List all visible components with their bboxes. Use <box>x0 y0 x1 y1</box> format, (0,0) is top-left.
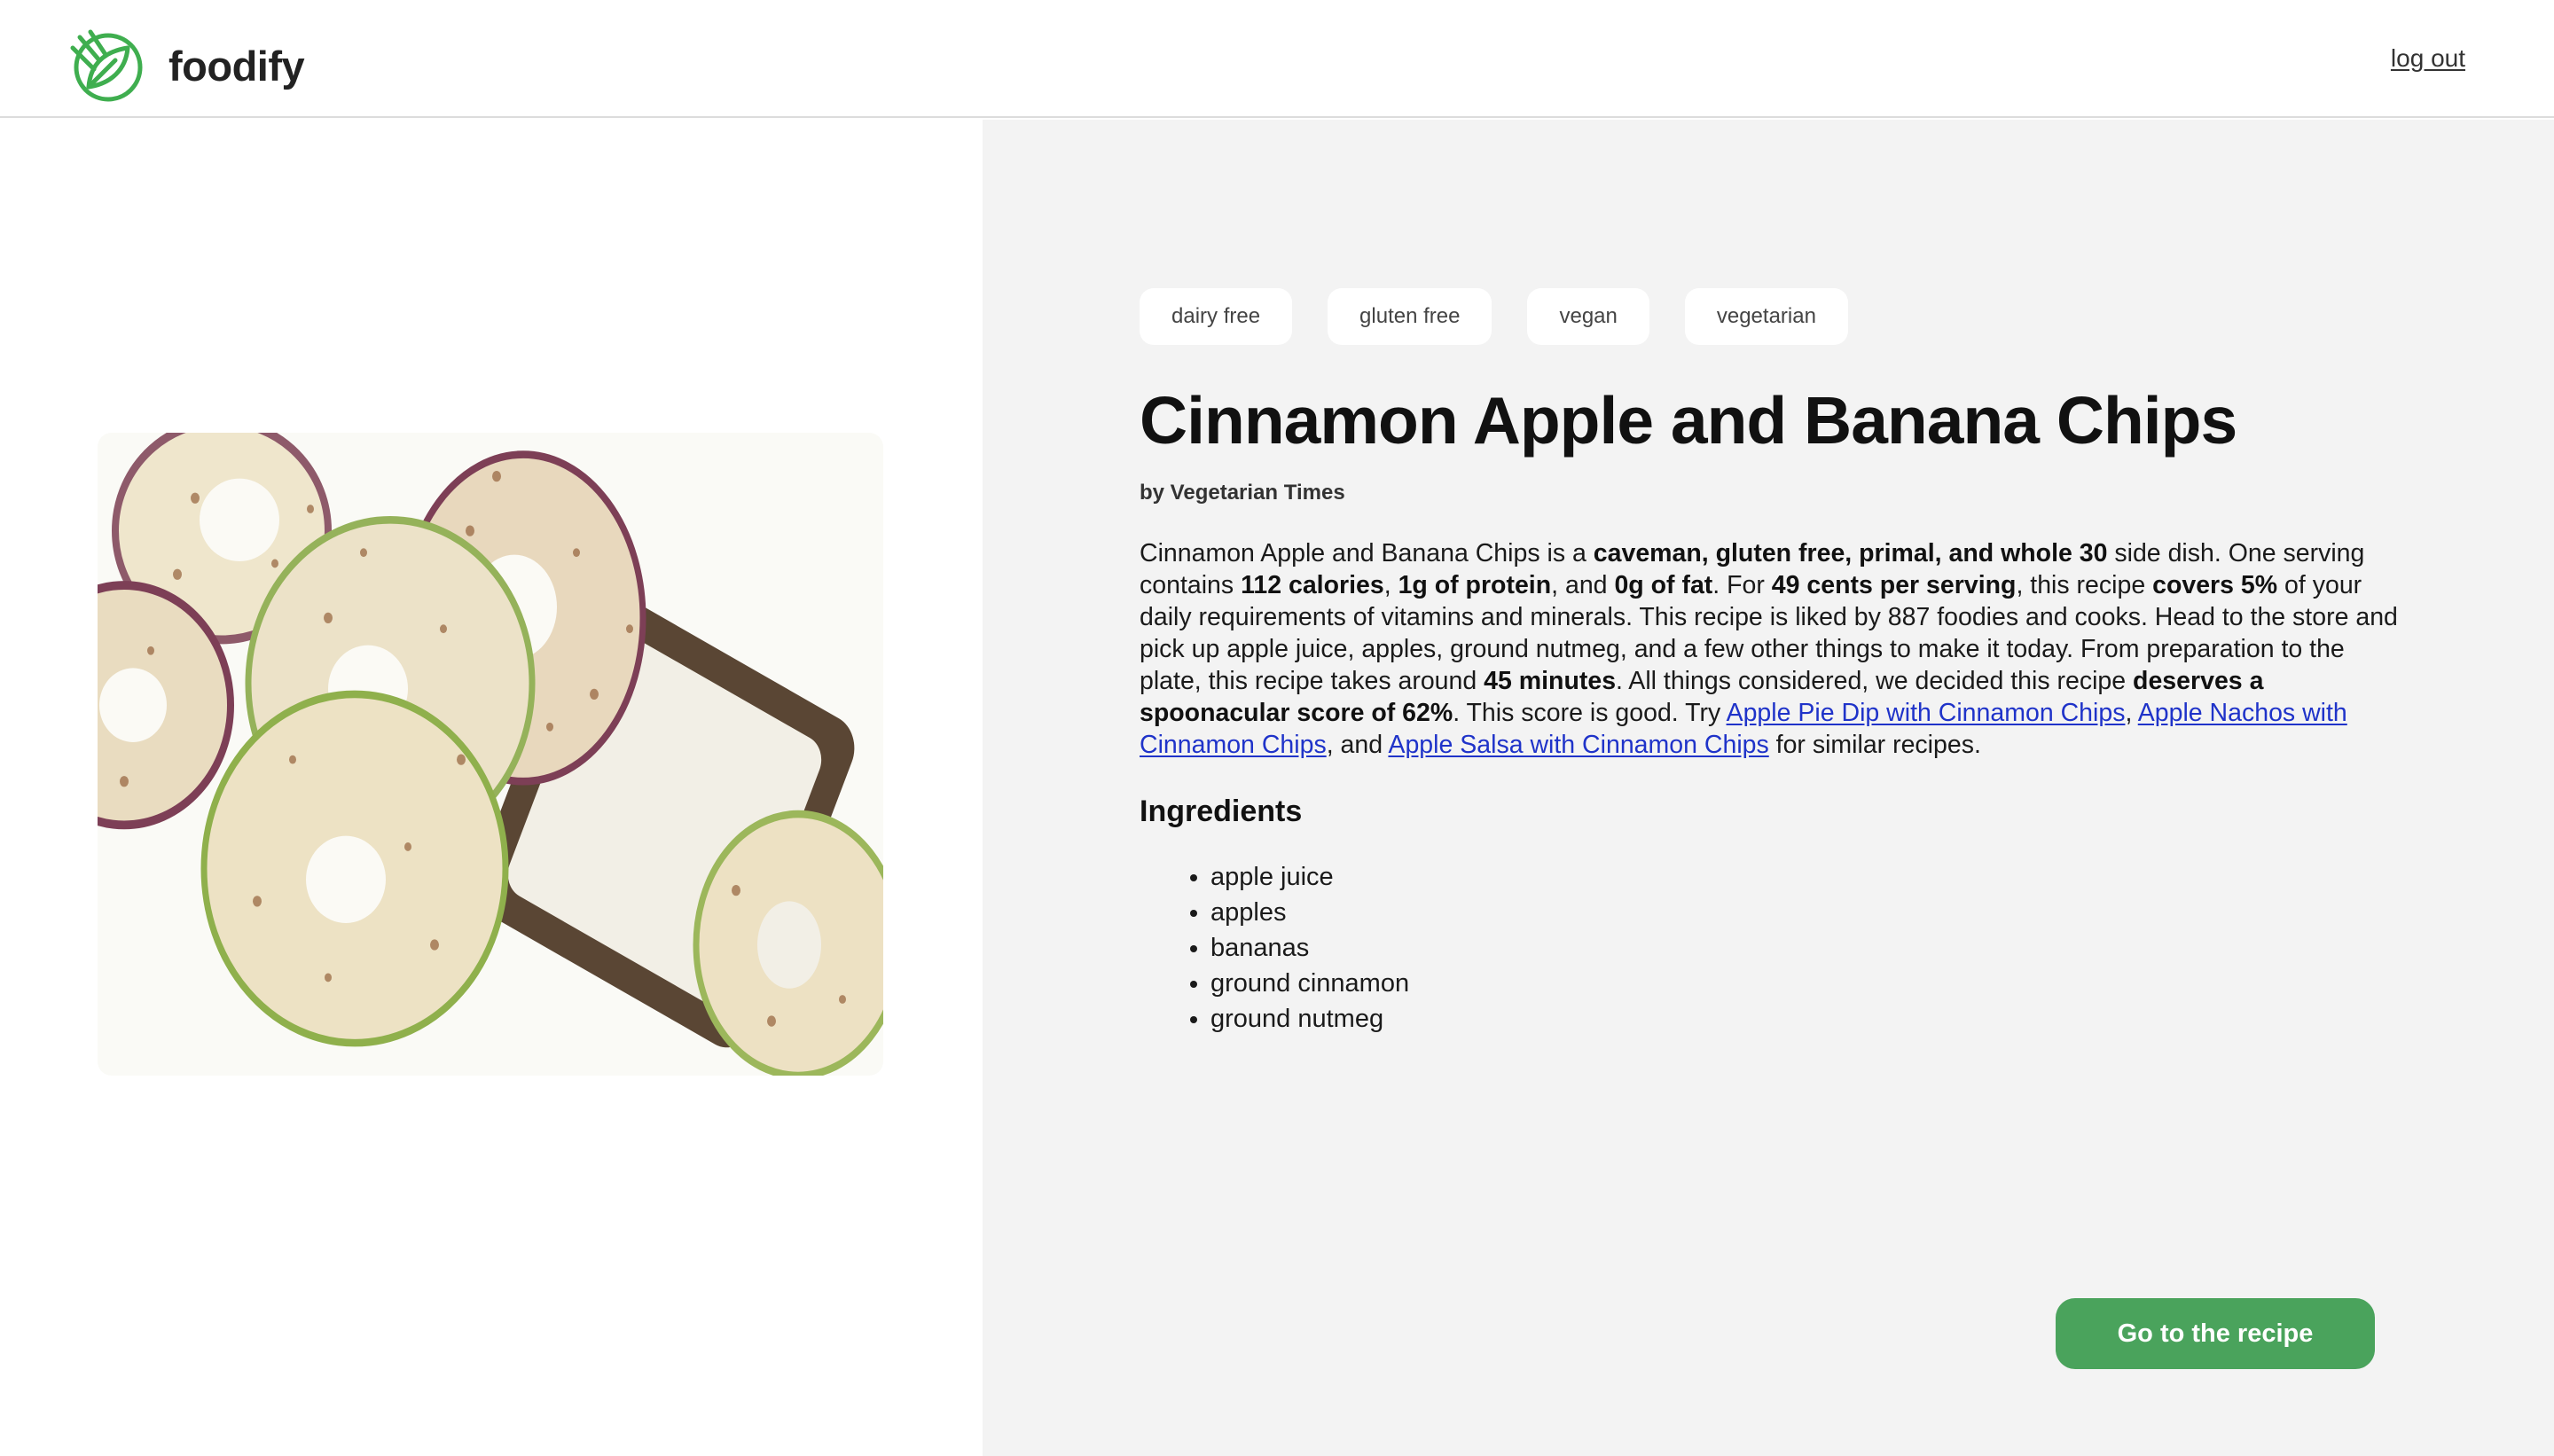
recipe-image-pane <box>0 120 983 1456</box>
recipe-content: dairy free gluten free vegan vegetarian … <box>1140 288 2408 1037</box>
summary-time: 45 minutes <box>1484 666 1617 695</box>
go-to-recipe-button[interactable]: Go to the recipe <box>2056 1298 2375 1369</box>
logout-link[interactable]: log out <box>2391 44 2465 73</box>
summary-fat: 0g of fat <box>1614 570 1713 599</box>
ingredient-item: apple juice <box>1210 859 2408 895</box>
ingredients-heading: Ingredients <box>1140 794 1303 828</box>
summary-text: for similar recipes. <box>1768 730 1981 759</box>
tag-vegetarian: vegetarian <box>1684 288 1848 345</box>
summary-diets: caveman, gluten free, primal, and whole … <box>1593 538 2108 568</box>
summary-text: . For <box>1712 570 1772 599</box>
apple-banana-chips-photo <box>98 433 883 1076</box>
ingredient-item: bananas <box>1210 930 2408 966</box>
summary-text: , <box>2125 698 2138 727</box>
brand-name: foodify <box>168 42 305 90</box>
recipe-author: by Vegetarian Times <box>1140 480 1345 505</box>
summary-price: 49 cents per serving <box>1771 570 2017 599</box>
tag-vegan: vegan <box>1527 288 1649 345</box>
summary-protein: 1g of protein <box>1398 570 1552 599</box>
ingredient-item: apples <box>1210 895 2408 930</box>
summary-text: . This score is good. Try <box>1453 698 1727 727</box>
summary-text: . All things considered, we decided this… <box>1616 666 2134 695</box>
ingredient-item: ground cinnamon <box>1210 966 2408 1001</box>
summary-text: , <box>1383 570 1398 599</box>
leaf-fork-icon <box>70 29 143 102</box>
similar-recipe-link[interactable]: Apple Salsa with Cinnamon Chips <box>1388 731 1768 759</box>
summary-text: Cinnamon Apple and Banana Chips is a <box>1140 538 1594 568</box>
brand[interactable]: foodify <box>69 28 305 103</box>
summary-text: , this recipe <box>2016 570 2153 599</box>
summary-text: , and <box>1551 570 1615 599</box>
top-navigation-bar: foodify log out <box>0 0 2554 118</box>
recipe-title: Cinnamon Apple and Banana Chips <box>1140 383 2237 458</box>
summary-coverage: covers 5% <box>2152 570 2278 599</box>
tag-dairy-free: dairy free <box>1140 288 1293 345</box>
recipe-summary: Cinnamon Apple and Banana Chips is a cav… <box>1140 537 2408 761</box>
ingredients-list: apple juice apples bananas ground cinnam… <box>1140 859 2408 1037</box>
diet-tags: dairy free gluten free vegan vegetarian <box>1140 288 2408 345</box>
summary-calories: 112 calories <box>1241 570 1384 599</box>
similar-recipe-link[interactable]: Apple Pie Dip with Cinnamon Chips <box>1727 699 2126 727</box>
ingredient-item: ground nutmeg <box>1210 1001 2408 1037</box>
tag-gluten-free: gluten free <box>1328 288 1492 345</box>
summary-text: , and <box>1326 730 1389 759</box>
apple-chip <box>200 690 509 1047</box>
recipe-details-pane: dairy free gluten free vegan vegetarian … <box>983 120 2554 1456</box>
apple-chip <box>693 810 883 1076</box>
